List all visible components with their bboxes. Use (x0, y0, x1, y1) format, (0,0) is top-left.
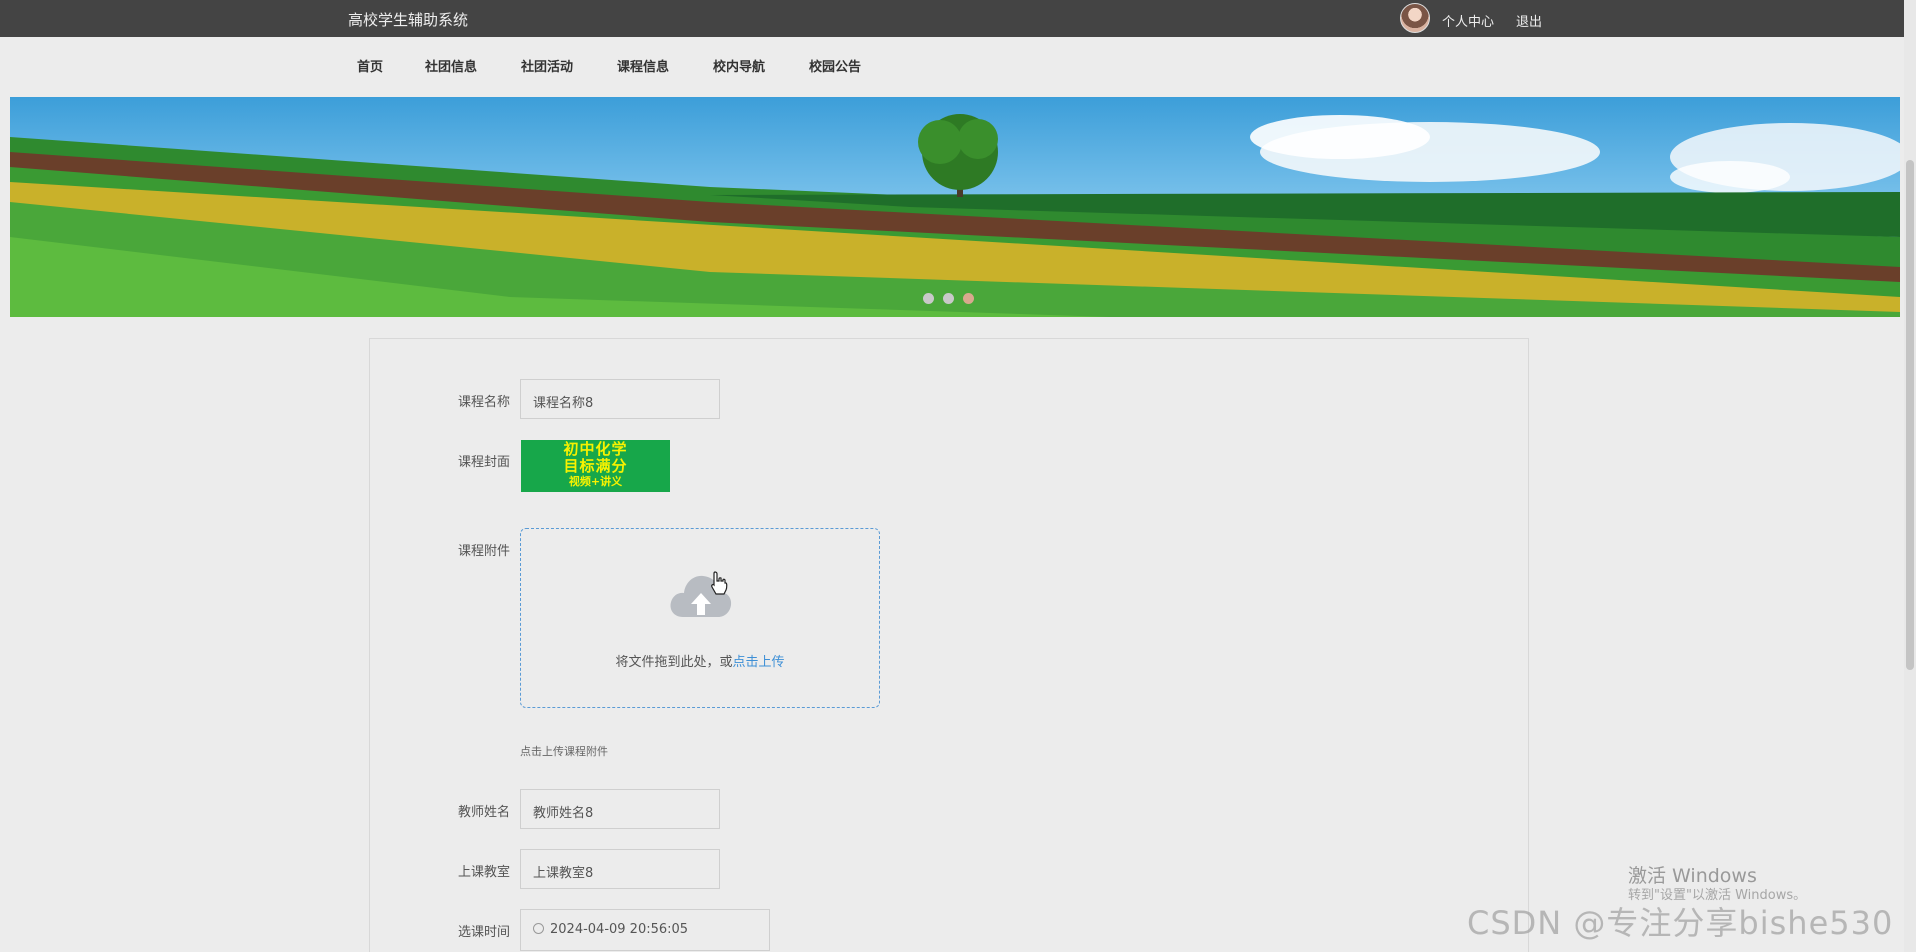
nav-item-club-activity[interactable]: 社团活动 (521, 56, 573, 75)
course-attachment-label: 课程附件 (457, 544, 510, 559)
carousel-dot-1[interactable] (923, 293, 934, 304)
banner-carousel (10, 97, 1900, 317)
csdn-watermark: CSDN @专注分享bishe530 (1467, 904, 1894, 942)
carousel-dot-2[interactable] (943, 293, 954, 304)
top-bar: 高校学生辅助系统 个人中心 退出 (0, 0, 1904, 37)
nav-item-home[interactable]: 首页 (357, 56, 383, 75)
select-time-value: 2024-04-09 20:56:05 (550, 922, 689, 937)
banner-landscape-image (10, 114, 1900, 317)
course-name-field[interactable]: 课程名称8 (520, 379, 720, 419)
upload-click-link[interactable]: 点击上传 (733, 655, 785, 670)
select-time-field[interactable]: 2024-04-09 20:56:05 (520, 909, 770, 951)
cover-text-line-3: 视频+讲义 (568, 475, 623, 488)
carousel-indicators (923, 293, 974, 304)
course-cover-image[interactable]: 初中化学 目标满分 视频+讲义 (521, 440, 670, 492)
upload-hint: 将文件拖到此处，或点击上传 (521, 651, 879, 670)
cover-text-line-1: 初中化学 (563, 440, 628, 458)
nav-item-club-info[interactable]: 社团信息 (425, 56, 477, 75)
classroom-field[interactable]: 上课教室8 (520, 849, 720, 889)
carousel-dot-3[interactable] (963, 293, 974, 304)
nav-item-course-info[interactable]: 课程信息 (617, 56, 669, 75)
scrollbar-thumb[interactable] (1906, 160, 1914, 670)
profile-link[interactable]: 个人中心 (1442, 11, 1494, 30)
cover-text-line-2: 目标满分 (563, 457, 628, 475)
clock-icon (533, 923, 544, 934)
teacher-name-label: 教师姓名 (457, 805, 510, 820)
select-time-label: 选课时间 (457, 925, 510, 940)
nav-item-campus-navigation[interactable]: 校内导航 (713, 56, 765, 75)
upload-tip: 点击上传课程附件 (520, 745, 608, 758)
course-name-label: 课程名称 (457, 395, 510, 410)
nav-item-campus-notice[interactable]: 校园公告 (809, 56, 861, 75)
avatar[interactable] (1400, 3, 1430, 33)
main-nav: 首页 社团信息 社团活动 课程信息 校内导航 校园公告 (0, 37, 1904, 97)
logout-link[interactable]: 退出 (1516, 11, 1542, 30)
teacher-name-field[interactable]: 教师姓名8 (520, 789, 720, 829)
page-scrollbar[interactable] (1904, 0, 1916, 952)
classroom-label: 上课教室 (457, 865, 510, 880)
course-cover-label: 课程封面 (457, 455, 510, 470)
hand-pointer-icon (711, 571, 728, 595)
attachment-upload-dropzone[interactable]: 将文件拖到此处，或点击上传 (520, 528, 880, 708)
app-title: 高校学生辅助系统 (348, 11, 469, 29)
upload-drop-text: 将文件拖到此处，或 (615, 655, 733, 670)
